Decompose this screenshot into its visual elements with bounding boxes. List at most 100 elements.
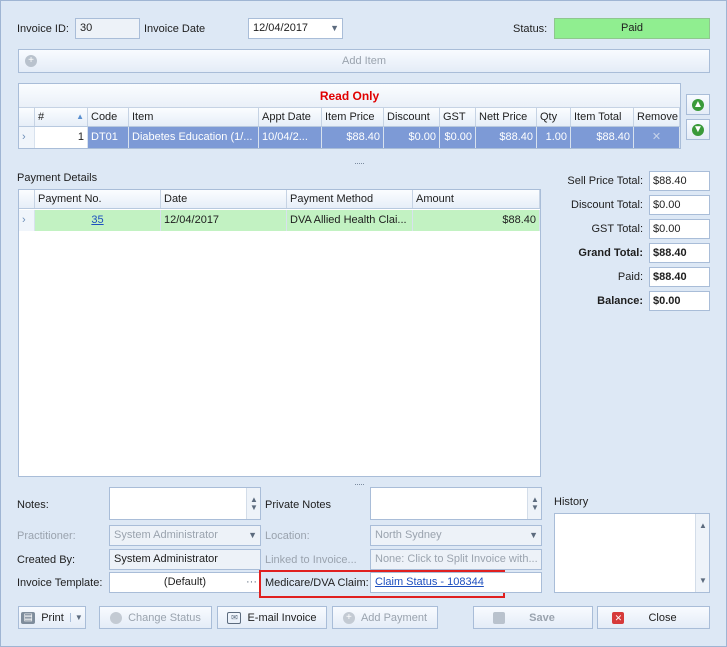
scroll-down-icon[interactable]: ▼: [531, 498, 539, 517]
invoice-date-label: Invoice Date: [144, 23, 206, 35]
splitter-grip-bottom[interactable]: ·····: [354, 479, 365, 489]
invoice-template-field[interactable]: (Default) ···: [109, 572, 261, 593]
email-invoice-button[interactable]: ✉ E-mail Invoice: [217, 606, 327, 629]
envelope-icon: ✉: [227, 611, 242, 624]
col-header-amount[interactable]: Amount: [413, 190, 540, 208]
practitioner-dropdown[interactable]: System Administrator ▼: [109, 525, 261, 546]
claim-status-field: Claim Status - 108344: [370, 572, 542, 593]
col-header-discount[interactable]: Discount: [384, 108, 440, 126]
printer-icon: ▤: [21, 611, 36, 624]
notes-input[interactable]: ▲ ▼: [109, 487, 261, 520]
item-total[interactable]: $88.40: [571, 127, 634, 148]
add-payment-label: Add Payment: [360, 611, 428, 624]
move-down-button[interactable]: ▼: [686, 119, 710, 140]
col-header-item[interactable]: Item: [129, 108, 259, 126]
payment-no-link[interactable]: 35: [91, 214, 103, 226]
item-description[interactable]: Diabetes Education (1/...: [129, 127, 259, 148]
sell-price-total-label: Sell Price Total:: [567, 175, 643, 187]
location-value: North Sydney: [375, 529, 442, 541]
private-notes-scrollbar[interactable]: ▲ ▼: [527, 488, 541, 519]
table-row[interactable]: › 35 12/04/2017 DVA Allied Health Clai..…: [19, 210, 540, 231]
close-button[interactable]: ✕ Close: [597, 606, 710, 629]
payment-amount[interactable]: $88.40: [413, 210, 540, 231]
move-up-button[interactable]: ▲: [686, 94, 710, 115]
col-header-payment-method[interactable]: Payment Method: [287, 190, 413, 208]
invoice-id-field: 30: [75, 18, 140, 39]
col-header-gst[interactable]: GST: [440, 108, 476, 126]
scroll-up-icon[interactable]: ▲: [699, 516, 707, 535]
item-num[interactable]: 1: [35, 127, 88, 148]
gst-total-label: GST Total:: [591, 223, 643, 235]
status-icon: [110, 611, 123, 624]
email-invoice-label: E-mail Invoice: [247, 611, 317, 624]
payments-grid: Payment No. Date Payment Method Amount ›…: [18, 189, 541, 477]
payments-grid-header: Payment No. Date Payment Method Amount: [19, 190, 540, 209]
add-payment-button[interactable]: + Add Payment: [332, 606, 438, 629]
scroll-down-icon[interactable]: ▼: [250, 498, 258, 517]
item-gst[interactable]: $0.00: [440, 127, 476, 148]
close-icon: ✕: [612, 611, 625, 624]
table-row[interactable]: › 1 DT01 Diabetes Education (1/... 10/04…: [19, 127, 680, 148]
linked-to-invoice-label: Linked to Invoice...: [265, 554, 357, 566]
col-header-num[interactable]: # ▲: [35, 108, 88, 126]
col-header-qty[interactable]: Qty: [537, 108, 571, 126]
remove-x-icon[interactable]: ✕: [634, 127, 680, 148]
invoice-date-value: 12/04/2017: [253, 22, 309, 34]
paid-value: $88.40: [649, 267, 710, 287]
add-item-label: Add Item: [341, 55, 387, 67]
col-header-remove[interactable]: Remove: [634, 108, 680, 126]
add-item-button[interactable]: + Add Item: [18, 49, 710, 73]
splitter-grip-top[interactable]: ·····: [354, 158, 365, 168]
item-nett-price[interactable]: $88.40: [476, 127, 537, 148]
col-header-item-price[interactable]: Item Price: [322, 108, 384, 126]
col-header-payment-no[interactable]: Payment No.: [35, 190, 161, 208]
arrow-up-icon: ▲: [692, 98, 704, 111]
col-header-item-total[interactable]: Item Total: [571, 108, 634, 126]
chevron-down-icon[interactable]: ▼: [529, 526, 538, 545]
discount-total-label: Discount Total:: [571, 199, 643, 211]
chevron-down-icon[interactable]: ▼: [248, 526, 257, 545]
history-scrollbar[interactable]: ▲ ▼: [695, 514, 709, 592]
item-appt-date[interactable]: 10/04/2...: [259, 127, 322, 148]
save-button[interactable]: Save: [473, 606, 593, 629]
items-grid: Read Only # ▲ Code Item Appt Date Item Pr…: [18, 83, 681, 149]
invoice-date-picker[interactable]: 12/04/2017 ▼: [248, 18, 343, 39]
print-label: Print: [41, 611, 64, 624]
chevron-down-icon[interactable]: ▼: [330, 19, 339, 38]
payment-method[interactable]: DVA Allied Health Clai...: [287, 210, 413, 231]
change-status-button[interactable]: Change Status: [99, 606, 212, 629]
invoice-template-value: (Default): [163, 576, 207, 588]
location-label: Location:: [265, 530, 310, 542]
item-price[interactable]: $88.40: [322, 127, 384, 148]
private-notes-input[interactable]: ▲ ▼: [370, 487, 542, 520]
location-dropdown[interactable]: North Sydney ▼: [370, 525, 542, 546]
col-header-code[interactable]: Code: [88, 108, 129, 126]
status-badge: Paid: [554, 18, 710, 39]
grand-total-value: $88.40: [649, 243, 710, 263]
notes-scrollbar[interactable]: ▲ ▼: [246, 488, 260, 519]
invoice-window: Invoice ID: 30 Invoice Date 12/04/2017 ▼…: [0, 0, 727, 647]
claim-status-link[interactable]: Claim Status - 108344: [375, 576, 484, 588]
linked-invoice-field[interactable]: None: Click to Split Invoice with...: [370, 549, 542, 570]
item-qty[interactable]: 1.00: [537, 127, 571, 148]
history-box[interactable]: ▲ ▼: [554, 513, 710, 593]
status-label: Status:: [513, 23, 548, 35]
print-button[interactable]: ▤ Print ▼: [18, 606, 86, 629]
col-header-date[interactable]: Date: [161, 190, 287, 208]
col-header-appt-date[interactable]: Appt Date: [259, 108, 322, 126]
change-status-label: Change Status: [128, 611, 201, 624]
items-grid-header: # ▲ Code Item Appt Date Item Price Discou…: [19, 108, 680, 127]
created-by-field: System Administrator: [109, 549, 261, 570]
item-code[interactable]: DT01: [88, 127, 129, 148]
created-by-label: Created By:: [17, 554, 76, 566]
chevron-down-icon[interactable]: ▼: [69, 613, 83, 622]
notes-label: Notes:: [17, 499, 49, 511]
row-indicator-icon: ›: [19, 210, 35, 231]
scroll-down-icon[interactable]: ▼: [699, 571, 707, 590]
ellipsis-icon[interactable]: ···: [246, 573, 257, 592]
payment-date[interactable]: 12/04/2017: [161, 210, 287, 231]
gst-total-value: $0.00: [649, 219, 710, 239]
item-discount[interactable]: $0.00: [384, 127, 440, 148]
arrow-down-icon: ▼: [692, 123, 704, 136]
col-header-nett-price[interactable]: Nett Price: [476, 108, 537, 126]
